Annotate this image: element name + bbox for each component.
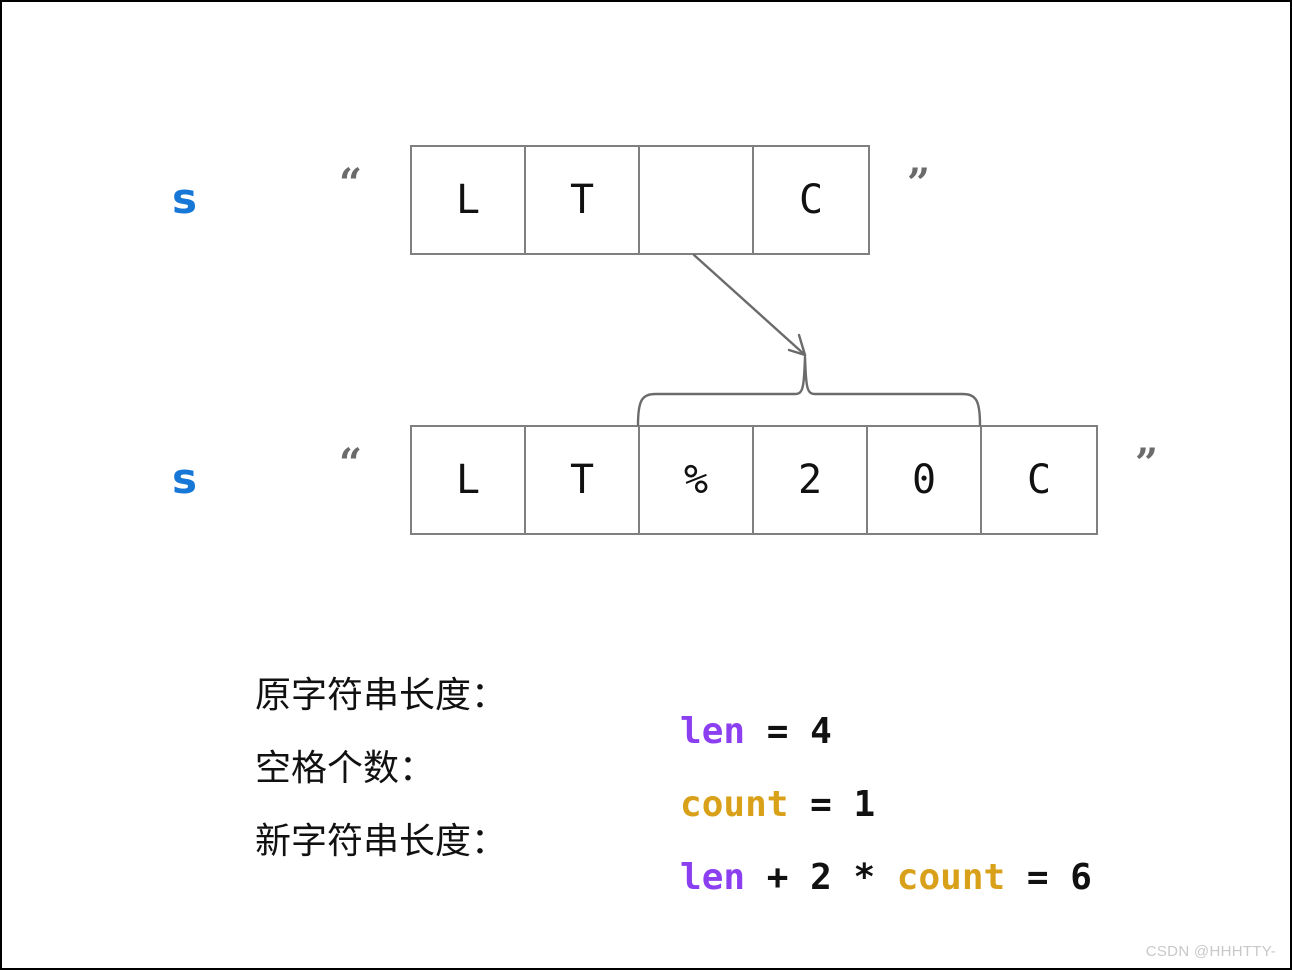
variable-label-original: s (172, 174, 197, 223)
cell-original-2-space (640, 147, 754, 253)
cell-encoded-3: 2 (754, 427, 868, 533)
equation-line-newlen: 新字符串长度： len + 2 * count = 6 (255, 824, 1092, 932)
token-newlen-op: + 2 * (745, 857, 897, 898)
cell-encoded-4: 0 (868, 427, 982, 533)
token-newlen-eq: = (1005, 857, 1071, 898)
token-eq-len: = (745, 711, 811, 752)
diagram-canvas: s “ L T C ” s “ L T % 2 0 C ” 原字符串长度： le… (0, 0, 1292, 970)
replacement-brace (636, 355, 982, 427)
token-count: count (680, 784, 789, 825)
cell-original-3: C (754, 147, 868, 253)
string-row-encoded: L T % 2 0 C (410, 425, 1098, 535)
string-row-original: L T C (410, 145, 870, 255)
cell-encoded-0: L (412, 427, 526, 533)
token-newlen-len: len (680, 857, 746, 898)
expansion-arrow (692, 253, 807, 357)
cell-encoded-2: % (640, 427, 754, 533)
watermark: CSDN @HHHTTY- (1145, 943, 1276, 960)
quote-close-encoded: ” (1135, 440, 1159, 487)
equation-label-len: 原字符串长度： (255, 675, 508, 716)
equation-expression-newlen: len + 2 * count = 6 (550, 824, 1092, 932)
cell-original-0: L (412, 147, 526, 253)
token-newlen-value: 6 (1070, 857, 1092, 898)
token-value-len: 4 (810, 711, 832, 752)
quote-close-original: ” (907, 160, 931, 207)
cell-original-1: T (526, 147, 640, 253)
token-value-count: 1 (853, 784, 876, 825)
token-len: len (680, 711, 746, 752)
quote-open-encoded: “ (339, 440, 363, 487)
token-eq-count: = (788, 784, 854, 825)
token-newlen-count: count (896, 857, 1006, 898)
cell-encoded-5: C (982, 427, 1096, 533)
variable-label-encoded: s (172, 454, 197, 503)
cell-encoded-1: T (526, 427, 640, 533)
equation-label-newlen: 新字符串长度： (255, 821, 508, 862)
equation-label-count: 空格个数： (255, 748, 436, 789)
quote-open-original: “ (339, 160, 363, 207)
